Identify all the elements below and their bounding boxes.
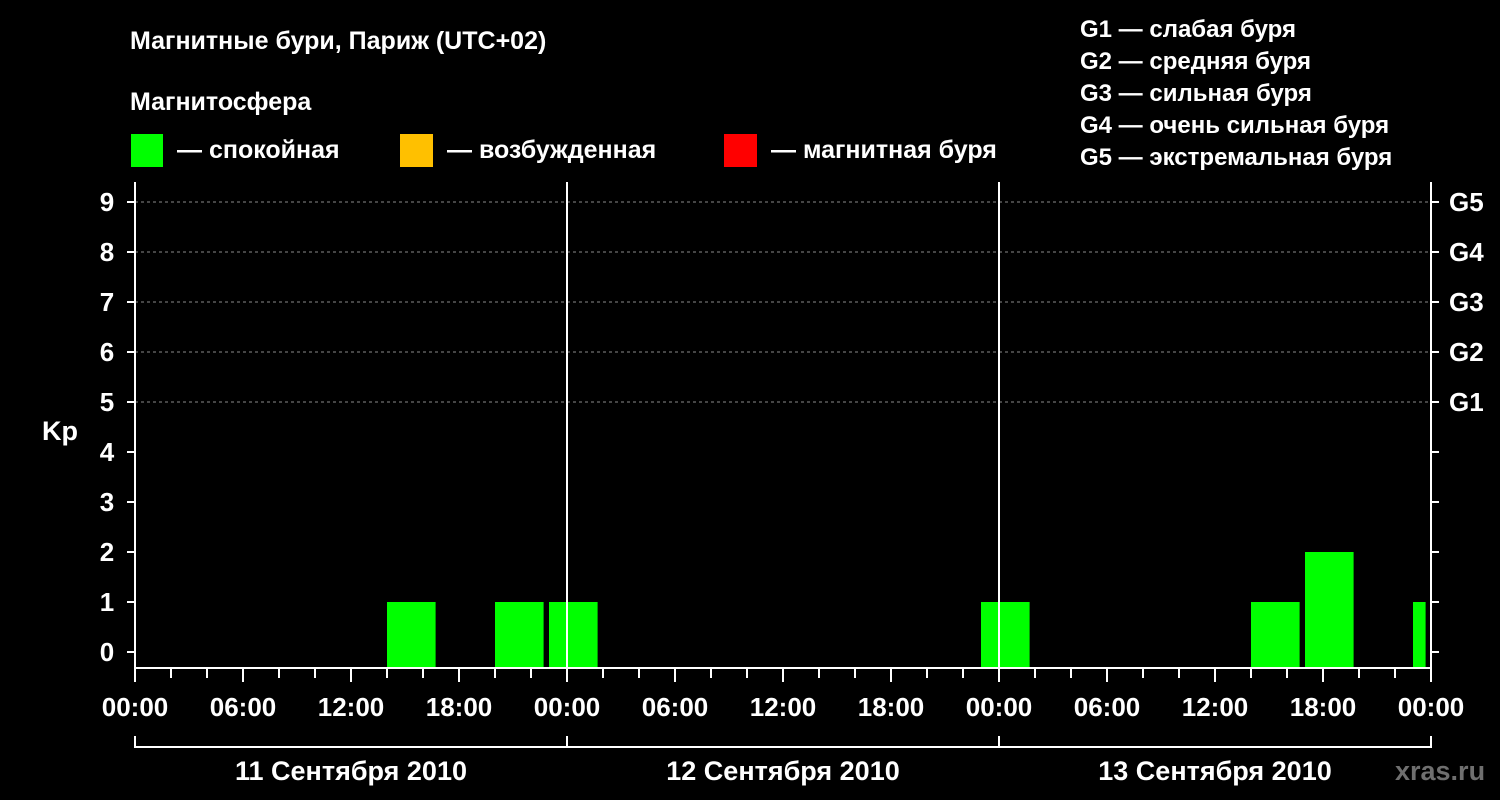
x-tick-label-36: 12:00 — [750, 692, 817, 722]
tick-labels: 0 1 2 3 4 5 6 7 8 9 G1 G2 G3 G4 G5 00:00 06:00 12:00 18:00… — [100, 187, 1484, 786]
y-tick-label-4: 4 — [100, 437, 115, 467]
bars — [387, 552, 1426, 668]
bar-4 — [1251, 602, 1300, 668]
bar-3 — [981, 602, 1030, 668]
day-label-0: 11 Сентября 2010 — [235, 756, 467, 786]
bar-2 — [549, 602, 598, 668]
legend-label-storm: — магнитная буря — [771, 136, 997, 164]
y-tick-label-2: 2 — [100, 537, 114, 567]
bar-1 — [495, 602, 544, 668]
day-label-1: 12 Сентября 2010 — [666, 756, 899, 786]
x-tick-label-24: 00:00 — [534, 692, 601, 722]
day-label-2: 13 Сентября 2010 — [1098, 756, 1331, 786]
x-tick-label-0: 00:00 — [102, 692, 169, 722]
legend-swatch-active — [400, 134, 433, 167]
grid-lines — [135, 201, 1431, 403]
x-tick-label-72: 00:00 — [1398, 692, 1465, 722]
kp-chart: Магнитные бури, Париж (UTC+02) Магнитосф… — [42, 16, 1485, 786]
y-axis-label: Kp — [42, 416, 78, 446]
legend-heading: Магнитосфера — [130, 88, 312, 116]
right-label-G2: G2 — [1449, 337, 1484, 367]
x-tick-label-6: 06:00 — [210, 692, 277, 722]
watermark: xras.ru — [1395, 756, 1485, 786]
x-tick-label-12: 12:00 — [318, 692, 385, 722]
storm-scale-g5: G5 — экстремальная буря — [1080, 144, 1392, 171]
x-tick-label-42: 18:00 — [858, 692, 925, 722]
y-tick-label-5: 5 — [100, 387, 114, 417]
x-tick-label-30: 06:00 — [642, 692, 709, 722]
x-tick-label-60: 12:00 — [1182, 692, 1249, 722]
legend-swatch-quiet — [131, 134, 163, 167]
legend-label-active: — возбужденная — [447, 136, 656, 164]
x-tick-label-18: 18:00 — [426, 692, 493, 722]
storm-scale-g1: G1 — слабая буря — [1080, 16, 1296, 43]
x-tick-label-54: 06:00 — [1074, 692, 1141, 722]
y-tick-label-7: 7 — [100, 287, 114, 317]
y-tick-label-9: 9 — [100, 187, 114, 217]
x-tick-label-66: 18:00 — [1290, 692, 1357, 722]
right-label-G1: G1 — [1449, 387, 1484, 417]
y-tick-label-1: 1 — [100, 587, 114, 617]
right-label-G3: G3 — [1449, 287, 1484, 317]
y-tick-label-3: 3 — [100, 487, 114, 517]
chart-title: Магнитные бури, Париж (UTC+02) — [130, 27, 546, 55]
storm-scale-g3: G3 — сильная буря — [1080, 80, 1312, 107]
y-tick-label-6: 6 — [100, 337, 114, 367]
right-label-G4: G4 — [1449, 237, 1484, 267]
bar-6 — [1413, 602, 1426, 668]
y-tick-label-0: 0 — [100, 637, 114, 667]
right-label-G5: G5 — [1449, 187, 1484, 217]
x-tick-label-48: 00:00 — [966, 692, 1033, 722]
bar-0 — [387, 602, 436, 668]
legend-label-quiet: — спокойная — [177, 136, 340, 164]
axes — [127, 182, 1439, 748]
bar-5 — [1305, 552, 1354, 668]
y-tick-label-8: 8 — [100, 237, 114, 267]
storm-scale-g4: G4 — очень сильная буря — [1080, 112, 1389, 139]
storm-scale-g2: G2 — средняя буря — [1080, 48, 1311, 75]
legend-swatch-storm — [724, 134, 757, 167]
